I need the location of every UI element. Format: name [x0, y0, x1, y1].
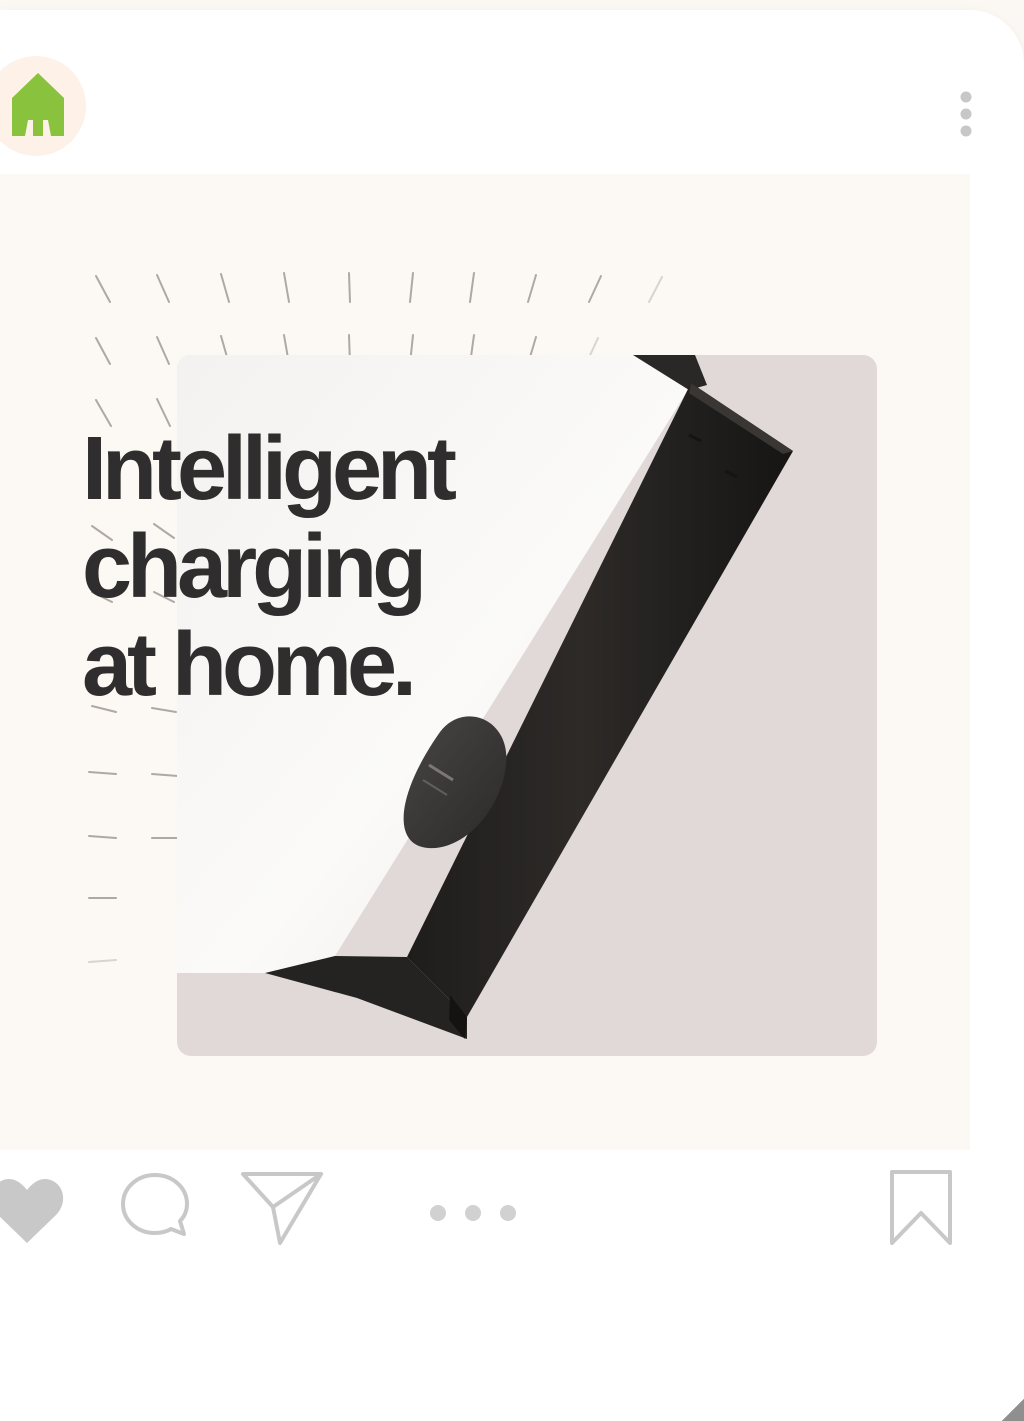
carousel-indicator [426, 1202, 520, 1224]
paper-plane-icon [241, 1172, 323, 1245]
more-options-button[interactable] [952, 90, 980, 138]
heart-icon [0, 1179, 64, 1243]
share-button[interactable] [240, 1170, 324, 1246]
headline-line: at home. [82, 615, 417, 715]
headline-line: charging [82, 517, 427, 617]
bookmark-icon [890, 1170, 952, 1245]
like-button[interactable] [0, 1173, 70, 1243]
post-headline: Intelligent charging at home. [82, 420, 602, 714]
pagination-dots-icon [430, 1205, 516, 1221]
post-card: Intelligent charging at home. [0, 10, 1024, 1421]
post-actions [0, 1150, 1024, 1260]
comment-button[interactable] [120, 1170, 190, 1240]
vertical-ellipsis-icon [960, 91, 972, 137]
speech-bubble-icon [121, 1173, 189, 1236]
post-image[interactable]: Intelligent charging at home. [0, 174, 970, 1150]
post-header [0, 10, 1024, 174]
bookmark-button[interactable] [887, 1169, 955, 1247]
house-logo-icon [12, 73, 64, 136]
page-corner-shadow [1002, 1399, 1024, 1421]
avatar[interactable] [0, 56, 86, 156]
headline-line: Intelligent [82, 419, 457, 519]
